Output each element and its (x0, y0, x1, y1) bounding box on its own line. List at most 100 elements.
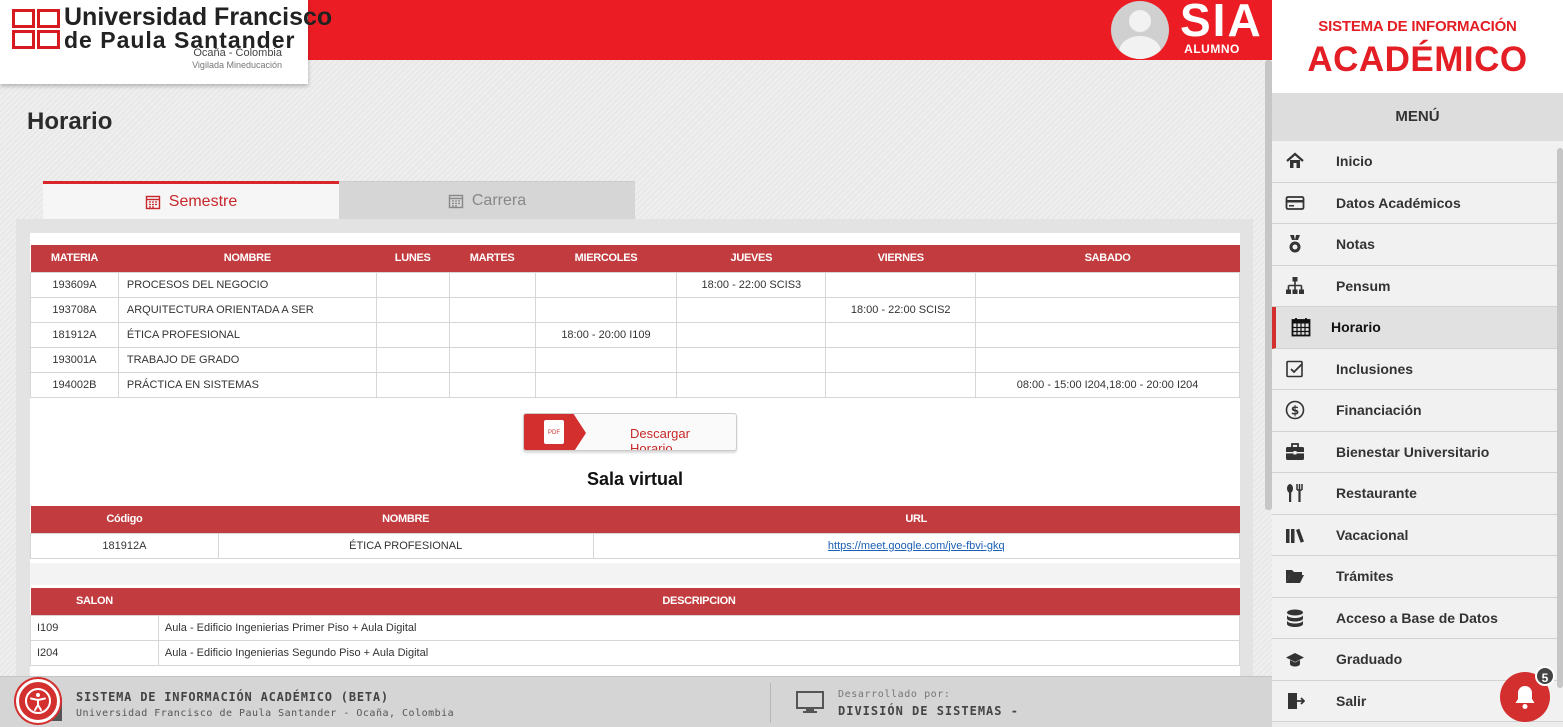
pdf-icon: PDF (544, 420, 564, 444)
table-cell (825, 371, 977, 398)
table-cell (448, 371, 536, 398)
sidebar-item-inicio[interactable]: Inicio (1272, 141, 1563, 183)
table-cell: 193708A (30, 296, 119, 323)
download-schedule-button[interactable]: PDF Descargar Horario (523, 413, 737, 451)
graduation-cap-icon (1286, 653, 1304, 667)
accessibility-button[interactable] (16, 679, 60, 723)
col-header: JUEVES (676, 245, 826, 272)
table-row: I109 Aula - Edificio Ingenierias Primer … (30, 614, 1241, 641)
table-cell: ARQUITECTURA ORIENTADA A SER (117, 296, 377, 323)
calendar-icon (448, 194, 464, 208)
table-cell: https://meet.google.com/jve-fbvi-gkq (592, 532, 1241, 559)
table-cell: I109 (30, 614, 159, 641)
sidebar-item-label: Inicio (1336, 153, 1373, 170)
sidebar-item-label: Pensum (1336, 277, 1391, 294)
tab-semestre[interactable]: Semestre (43, 181, 339, 219)
sia-title: SIA (1180, 0, 1263, 46)
col-header: MIERCOLES (535, 245, 677, 272)
user-avatar[interactable] (1111, 1, 1169, 59)
sidebar-title-line2: ACADÉMICO (1307, 40, 1528, 79)
table-cell (534, 371, 678, 398)
sidebar-item-tramites[interactable]: Trámites (1272, 556, 1563, 598)
sidebar-item-vacacional[interactable]: Vacacional (1272, 514, 1563, 556)
table-cell: 18:00 - 22:00 SCIS3 (676, 271, 827, 298)
sidebar-item-label: Inclusiones (1336, 360, 1414, 377)
col-header: DESCRIPCION (158, 588, 1240, 615)
folder-icon (1286, 570, 1304, 584)
ufps-logo-icon (12, 9, 60, 49)
table-cell (448, 346, 536, 373)
table-cell (825, 321, 977, 348)
svg-text:$: $ (1291, 404, 1299, 418)
col-header: NOMBRE (118, 245, 377, 272)
tab-carrera[interactable]: Carrera (339, 181, 635, 219)
university-location: Ocaña - Colombia (193, 47, 282, 59)
meet-link[interactable]: https://meet.google.com/jve-fbvi-gkq (828, 540, 1005, 552)
database-icon (1287, 609, 1303, 627)
calendar-icon (1291, 318, 1311, 337)
sidebar-item-restaurante[interactable]: Restaurante (1272, 473, 1563, 515)
sidebar-item-financiacion[interactable]: $ Financiación (1272, 390, 1563, 432)
sidebar-item-datos-academicos[interactable]: Datos Académicos (1272, 182, 1563, 224)
table-cell: Aula - Edificio Ingenierias Segundo Piso… (157, 639, 1241, 666)
table-cell (534, 346, 678, 373)
sidebar-item-pensum[interactable]: Pensum (1272, 265, 1563, 307)
table-cell: I204 (30, 639, 159, 666)
sidebar-item-inclusiones[interactable]: Inclusiones (1272, 348, 1563, 390)
col-header: LUNES (376, 245, 450, 272)
table-cell (975, 296, 1240, 323)
sidebar-item-label: Trámites (1336, 568, 1394, 585)
university-logo[interactable]: Universidad Francisco de Paula Santander… (0, 0, 332, 84)
table-cell: 193001A (30, 346, 119, 373)
books-icon (1286, 528, 1304, 543)
rooms-table: SALON DESCRIPCION I109 Aula - Edificio I… (30, 588, 1241, 666)
utensils-icon (1287, 484, 1303, 503)
table-row: 194002B PRÁCTICA EN SISTEMAS 08:00 - 15:00… (30, 371, 1240, 398)
table-cell: 18:00 - 22:00 SCIS2 (825, 296, 977, 323)
table-cell (448, 321, 536, 348)
footer: SISTEMA DE INFORMACIÓN ACADÉMICO (BETA) … (0, 676, 1272, 727)
table-cell: 08:00 - 15:00 I204,18:00 - 20:00 I204 (975, 371, 1240, 398)
table-cell (375, 271, 450, 298)
sidebar-item-horario[interactable]: Horario (1272, 307, 1563, 349)
developed-by-name: DIVISIÓN DE SISTEMAS - (838, 704, 1019, 718)
table-cell (375, 321, 450, 348)
schedule-panel-inner: MATERIA NOMBRE LUNES MARTES MIERCOLES JU… (30, 233, 1241, 693)
sidebar-item-acceso-base-datos[interactable]: Acceso a Base de Datos (1272, 597, 1563, 639)
download-label: Descargar Horario (630, 426, 690, 451)
sidebar: SISTEMA DE INFORMACIÓN ACADÉMICO MENÚ In… (1272, 0, 1563, 727)
schedule-header-row: MATERIA NOMBRE LUNES MARTES MIERCOLES JU… (30, 245, 1240, 272)
virtual-room-title: Sala virtual (586, 469, 684, 489)
medal-icon (1289, 235, 1301, 253)
table-cell (375, 371, 450, 398)
table-cell (676, 296, 827, 323)
home-icon (1286, 152, 1304, 169)
sidebar-header: SISTEMA DE INFORMACIÓN ACADÉMICO (1272, 0, 1563, 93)
table-cell (375, 296, 450, 323)
sidebar-item-bienestar-universitario[interactable]: Bienestar Universitario (1272, 431, 1563, 473)
notification-count-badge: 5 (1535, 666, 1555, 686)
table-cell: PROCESOS DEL NEGOCIO (117, 271, 377, 298)
schedule-panel: MATERIA NOMBRE LUNES MARTES MIERCOLES JU… (16, 219, 1253, 693)
table-cell (975, 346, 1240, 373)
col-header: MATERIA (30, 245, 119, 272)
table-cell (676, 346, 827, 373)
table-row: 181912A ÉTICA PROFESIONAL 18:00 - 20:00 I1… (30, 321, 1240, 348)
main-scrollbar[interactable] (1265, 60, 1272, 510)
developed-by-label: Desarrollado por: (838, 689, 951, 700)
table-cell: Aula - Edificio Ingenierias Primer Piso … (157, 614, 1241, 641)
table-row: 181912A ÉTICA PROFESIONAL https://meet.g… (30, 532, 1241, 559)
col-header: NOMBRE (218, 506, 594, 533)
table-cell (534, 271, 678, 298)
sidebar-item-label: Datos Académicos (1336, 194, 1461, 211)
sidebar-item-label: Graduado (1336, 651, 1403, 668)
table-cell (534, 296, 678, 323)
col-header: SALON (30, 588, 159, 615)
sidebar-item-label: Financiación (1336, 402, 1422, 419)
table-cell: 18:00 - 20:00 I109 (534, 321, 678, 348)
sidebar-scrollbar[interactable] (1557, 148, 1563, 688)
sidebar-item-notas[interactable]: Notas (1272, 224, 1563, 266)
footer-subtitle: Universidad Francisco de Paula Santander… (76, 708, 455, 719)
checkbox-icon (1286, 360, 1303, 378)
col-header: URL (593, 506, 1240, 533)
